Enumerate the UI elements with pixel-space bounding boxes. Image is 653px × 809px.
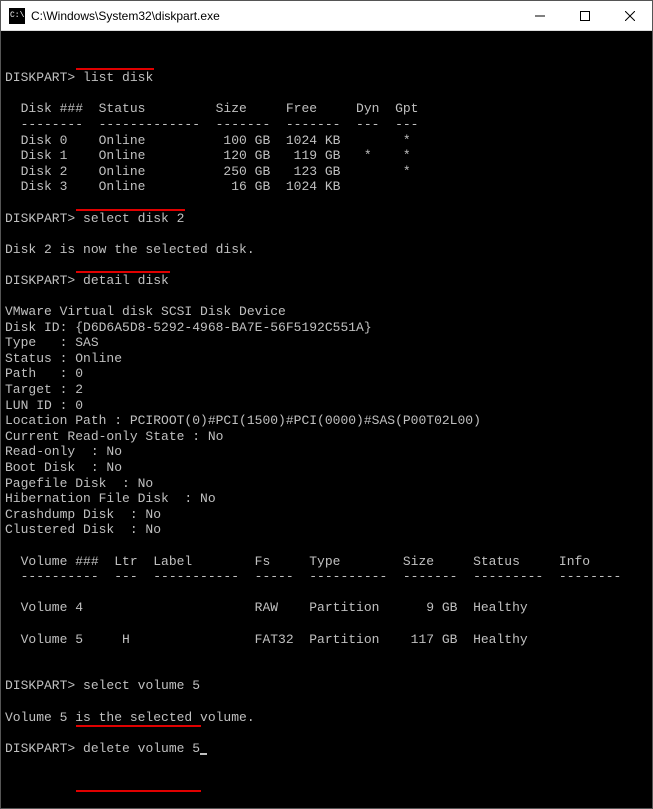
disk-header: Disk ### Status Size Free Dyn Gpt — [5, 101, 418, 116]
detail-boot: Boot Disk : No — [5, 460, 122, 475]
close-button[interactable] — [607, 1, 652, 30]
underline-annotation — [76, 209, 185, 211]
detail-lun: LUN ID : 0 — [5, 398, 83, 413]
detail-readonly: Read-only : No — [5, 444, 122, 459]
cmd-delete-volume: delete volume 5 — [83, 741, 200, 756]
minimize-button[interactable] — [517, 1, 562, 30]
console-window: C:\Windows\System32\diskpart.exe DISKPAR… — [0, 0, 653, 809]
underline-annotation — [76, 725, 201, 727]
vol-blank — [5, 585, 13, 600]
disk-row: Disk 3 Online 16 GB 1024 KB — [5, 179, 340, 194]
disk-row: Disk 0 Online 100 GB 1024 KB * — [5, 133, 411, 148]
cmd-detail-disk: detail disk — [83, 273, 169, 288]
prompt: DISKPART> — [5, 678, 75, 693]
prompt: DISKPART> — [5, 70, 75, 85]
cmd-select-disk: select disk 2 — [83, 211, 184, 226]
detail-readonly-state: Current Read-only State : No — [5, 429, 223, 444]
app-icon — [9, 8, 25, 24]
disk-row: Disk 1 Online 120 GB 119 GB * * — [5, 148, 411, 163]
detail-diskid: Disk ID: {D6D6A5D8-5292-4968-BA7E-56F519… — [5, 320, 372, 335]
vol-divider: ---------- --- ----------- ----- -------… — [5, 569, 621, 584]
detail-device: VMware Virtual disk SCSI Disk Device — [5, 304, 286, 319]
detail-path: Path : 0 — [5, 366, 83, 381]
msg-volume-selected: Volume 5 is the selected volume. — [5, 710, 255, 725]
cmd-list-disk: list disk — [83, 70, 153, 85]
detail-hibernation: Hibernation File Disk : No — [5, 491, 216, 506]
vol-blank — [5, 616, 13, 631]
disk-divider: -------- ------------- ------- ------- -… — [5, 117, 418, 132]
detail-pagefile: Pagefile Disk : No — [5, 476, 153, 491]
maximize-button[interactable] — [562, 1, 607, 30]
underline-annotation — [76, 271, 170, 273]
detail-status: Status : Online — [5, 351, 122, 366]
titlebar[interactable]: C:\Windows\System32\diskpart.exe — [1, 1, 652, 31]
prompt: DISKPART> — [5, 741, 75, 756]
msg-disk-selected: Disk 2 is now the selected disk. — [5, 242, 255, 257]
detail-clustered: Clustered Disk : No — [5, 522, 161, 537]
vol-row: Volume 5 H FAT32 Partition 117 GB Health… — [5, 632, 528, 647]
underline-annotation — [76, 790, 201, 792]
cmd-select-volume: select volume 5 — [83, 678, 200, 693]
cursor — [200, 753, 207, 755]
detail-location: Location Path : PCIROOT(0)#PCI(1500)#PCI… — [5, 413, 481, 428]
detail-type: Type : SAS — [5, 335, 99, 350]
disk-row: Disk 2 Online 250 GB 123 GB * — [5, 164, 411, 179]
prompt: DISKPART> — [5, 273, 75, 288]
terminal-output[interactable]: DISKPART> list disk Disk ### Status Size… — [1, 31, 652, 808]
vol-header: Volume ### Ltr Label Fs Type Size Status… — [5, 554, 590, 569]
underline-annotation — [76, 68, 154, 70]
detail-target: Target : 2 — [5, 382, 83, 397]
detail-crashdump: Crashdump Disk : No — [5, 507, 161, 522]
vol-row: Volume 4 RAW Partition 9 GB Healthy — [5, 600, 528, 615]
window-title: C:\Windows\System32\diskpart.exe — [31, 9, 517, 23]
window-controls — [517, 1, 652, 30]
blank-line — [5, 55, 13, 70]
prompt: DISKPART> — [5, 211, 75, 226]
